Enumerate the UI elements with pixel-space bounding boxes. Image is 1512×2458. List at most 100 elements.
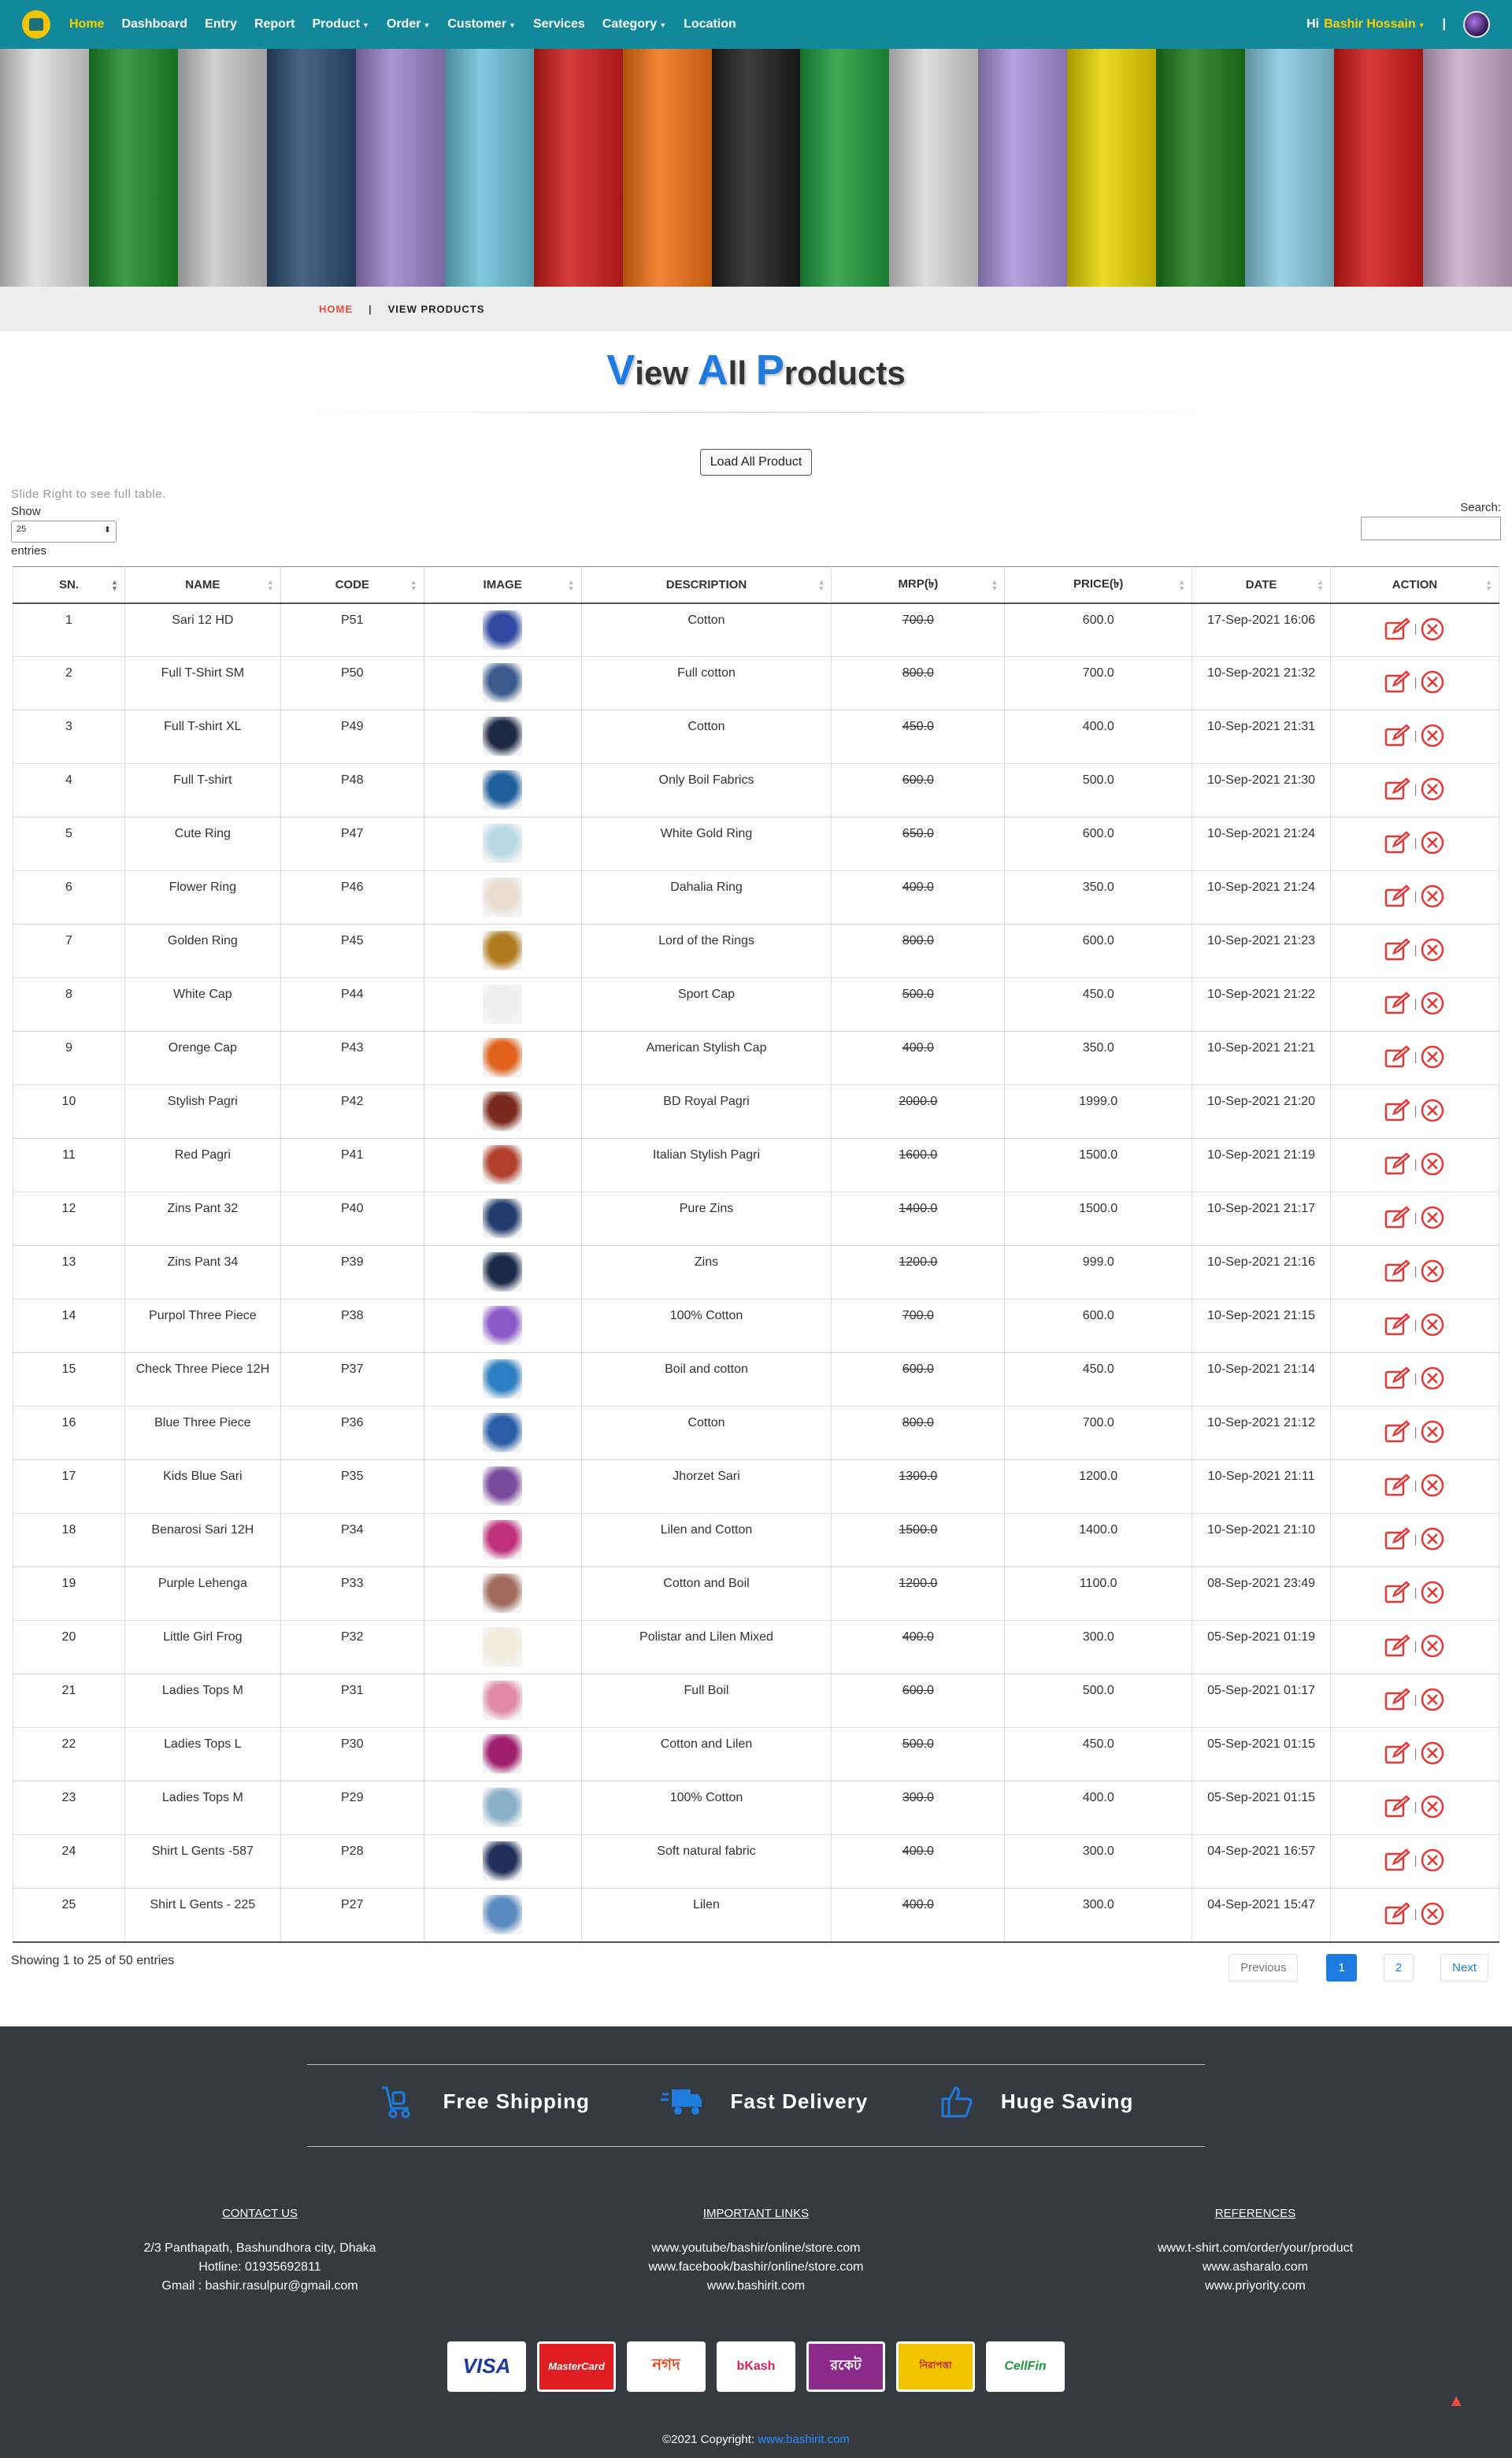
cell-date: 10-Sep-2021 21:20	[1191, 1084, 1332, 1139]
nav-item-dashboard[interactable]: Dashboard	[121, 17, 187, 32]
delete-icon[interactable]	[1420, 831, 1445, 855]
nav-item-services[interactable]: Services	[533, 17, 585, 32]
nav-item-entry[interactable]: Entry	[205, 17, 237, 32]
delete-icon[interactable]	[1420, 617, 1445, 640]
delete-icon[interactable]	[1420, 670, 1445, 694]
page-2-button[interactable]: 2	[1383, 1953, 1414, 1982]
product-thumbnail	[483, 1199, 523, 1238]
column-header[interactable]: SN. ▲ ▼	[13, 566, 125, 604]
edit-icon[interactable]	[1384, 938, 1411, 961]
nav-item-location[interactable]: Location	[684, 17, 736, 32]
delete-icon[interactable]	[1420, 1206, 1445, 1229]
edit-icon[interactable]	[1384, 724, 1411, 747]
reference-link[interactable]: www.t-shirt.com/order/your/product	[1003, 2239, 1507, 2258]
edit-icon[interactable]	[1384, 1474, 1411, 1496]
edit-icon[interactable]	[1384, 1634, 1411, 1657]
delete-icon[interactable]	[1420, 1099, 1445, 1122]
column-header[interactable]: IMAGE ▲ ▼	[423, 566, 582, 604]
delete-icon[interactable]	[1420, 1474, 1445, 1497]
delete-icon[interactable]	[1420, 1420, 1445, 1444]
edit-icon[interactable]	[1384, 1527, 1411, 1550]
nav-item-category[interactable]: Category ▼	[602, 17, 666, 32]
edit-icon[interactable]	[1384, 1581, 1411, 1603]
edit-icon[interactable]	[1384, 831, 1411, 854]
edit-icon[interactable]	[1384, 1688, 1411, 1711]
delete-icon[interactable]	[1420, 1259, 1445, 1283]
edit-icon[interactable]	[1384, 1420, 1411, 1443]
column-header[interactable]: NAME ▲ ▼	[124, 566, 281, 604]
edit-icon[interactable]	[1384, 1366, 1411, 1389]
delete-icon[interactable]	[1420, 1795, 1445, 1818]
nav-item-order[interactable]: Order ▼	[387, 17, 431, 32]
nav-item-report[interactable]: Report	[254, 17, 295, 32]
youtube-link[interactable]: www.youtube/bashir/online/store.com	[504, 2239, 1008, 2258]
cell-code: P47	[280, 817, 424, 871]
delete-icon[interactable]	[1420, 777, 1445, 801]
edit-icon[interactable]	[1384, 1099, 1411, 1121]
edit-icon[interactable]	[1384, 1313, 1411, 1336]
arrow-up-icon[interactable]: ▲	[1447, 2390, 1465, 2411]
column-header[interactable]: CODE ▲ ▼	[280, 566, 424, 604]
delete-icon[interactable]	[1420, 1527, 1445, 1551]
edit-icon[interactable]	[1384, 617, 1411, 640]
website-link[interactable]: www.bashirit.com	[504, 2277, 1008, 2296]
delete-icon[interactable]	[1420, 1313, 1445, 1337]
next-page-button[interactable]: Next	[1440, 1953, 1488, 1982]
column-header[interactable]: ACTION ▲ ▼	[1330, 566, 1499, 604]
search-input[interactable]	[1361, 517, 1501, 540]
edit-icon[interactable]	[1384, 1045, 1411, 1068]
edit-icon[interactable]	[1384, 670, 1411, 693]
delete-icon[interactable]	[1420, 1741, 1445, 1765]
delete-icon[interactable]	[1420, 1366, 1445, 1390]
reference-link[interactable]: www.priyority.com	[1003, 2277, 1507, 2296]
delete-icon[interactable]	[1420, 1634, 1445, 1658]
avatar[interactable]	[1463, 11, 1490, 38]
delete-icon[interactable]	[1420, 884, 1445, 908]
column-header[interactable]: PRICE(৳) ▲ ▼	[1004, 566, 1193, 604]
cell-action: |	[1330, 977, 1499, 1032]
edit-icon[interactable]	[1384, 1259, 1411, 1282]
load-all-product-button[interactable]: Load All Product	[699, 449, 813, 476]
edit-icon[interactable]	[1384, 992, 1411, 1014]
cell-action: |	[1330, 1031, 1499, 1085]
sort-icon: ▲ ▼	[410, 578, 417, 592]
edit-icon[interactable]	[1384, 1795, 1411, 1818]
edit-icon[interactable]	[1384, 1741, 1411, 1764]
user-menu[interactable]: Bashir Hossain ▼	[1324, 17, 1425, 32]
delete-icon[interactable]	[1420, 1152, 1445, 1176]
delete-icon[interactable]	[1420, 1848, 1445, 1872]
table-row: 11 Red Pagri P41 Italian Stylish Pagri 1600.…	[13, 1138, 1499, 1192]
table-row: 18 Benarosi Sari 12H P34 Lilen and Cotton 15…	[13, 1513, 1499, 1567]
column-header[interactable]: DATE ▲ ▼	[1191, 566, 1332, 604]
edit-icon[interactable]	[1384, 1902, 1411, 1925]
edit-icon[interactable]	[1384, 1152, 1411, 1175]
facebook-link[interactable]: www.facebook/bashir/online/store.com	[504, 2258, 1008, 2277]
page-1-button[interactable]: 1	[1326, 1953, 1357, 1982]
table-row: 21 Ladies Tops M P31 Full Boil 600.0 500.0 05-…	[13, 1674, 1499, 1728]
previous-page-button[interactable]: Previous	[1228, 1953, 1299, 1982]
delete-icon[interactable]	[1420, 724, 1445, 747]
delete-icon[interactable]	[1420, 1902, 1445, 1926]
cell-mrp: 600.0	[831, 1352, 1006, 1407]
entries-length-select[interactable]: 25 ⬍	[11, 521, 117, 543]
copyright-link[interactable]: www.bashirit.com	[758, 2433, 850, 2446]
edit-icon[interactable]	[1384, 777, 1411, 800]
cell-mrp: 400.0	[831, 1620, 1006, 1674]
nav-item-customer[interactable]: Customer ▼	[447, 17, 516, 32]
delete-icon[interactable]	[1420, 938, 1445, 962]
nav-item-home[interactable]: Home	[69, 17, 104, 32]
delete-icon[interactable]	[1420, 1045, 1445, 1069]
edit-icon[interactable]	[1384, 1206, 1411, 1229]
shirt-logo-icon[interactable]	[22, 10, 50, 39]
edit-icon[interactable]	[1384, 1848, 1411, 1871]
reference-link[interactable]: www.asharalo.com	[1003, 2258, 1507, 2277]
cell-price: 600.0	[1004, 602, 1193, 657]
edit-icon[interactable]	[1384, 884, 1411, 907]
column-header[interactable]: MRP(৳) ▲ ▼	[831, 566, 1006, 604]
nav-item-product[interactable]: Product ▼	[313, 17, 369, 32]
delete-icon[interactable]	[1420, 1581, 1445, 1604]
delete-icon[interactable]	[1420, 992, 1445, 1015]
delete-icon[interactable]	[1420, 1688, 1445, 1711]
breadcrumb-home-link[interactable]: HOME	[319, 303, 353, 315]
column-header[interactable]: DESCRIPTION ▲ ▼	[580, 566, 832, 604]
